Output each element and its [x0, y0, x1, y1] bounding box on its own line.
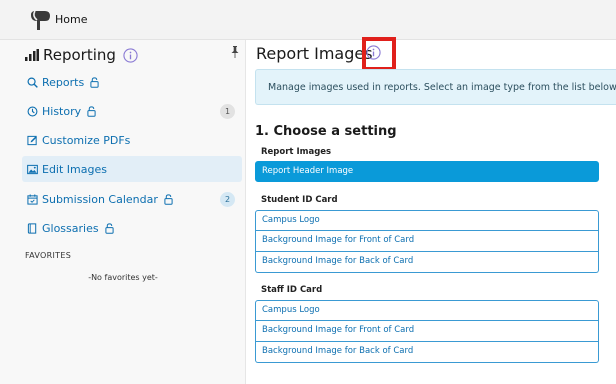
- option-staff-front-background[interactable]: Background Image for Front of Card: [255, 321, 599, 342]
- count-badge: 2: [220, 192, 235, 207]
- sidebar-header: Reporting: [25, 43, 138, 67]
- info-icon[interactable]: [123, 47, 138, 63]
- sidebar-item-history[interactable]: History 1: [22, 98, 242, 124]
- sidebar-item-label: Reports: [42, 75, 85, 89]
- step-title: 1. Choose a setting: [255, 124, 397, 139]
- calendar-icon: [27, 193, 38, 205]
- main-content: Report Images Manage images used in repo…: [247, 37, 616, 384]
- top-bar: Home: [0, 0, 616, 40]
- sidebar-item-customize-pdfs[interactable]: Customize PDFs: [22, 127, 242, 153]
- sidebar-item-submission-calendar[interactable]: Submission Calendar 2: [22, 186, 242, 212]
- sidebar-item-label: History: [42, 104, 82, 118]
- option-student-campus-logo[interactable]: Campus Logo: [255, 210, 599, 231]
- group-title: Student ID Card: [261, 195, 338, 205]
- info-banner: Manage images used in reports. Select an…: [255, 69, 616, 105]
- favorites-heading: FAVORITES: [25, 251, 72, 260]
- sidebar-item-label: Edit Images: [42, 162, 107, 176]
- info-banner-text: Manage images used in reports. Select an…: [268, 82, 616, 93]
- lock-icon: [87, 105, 96, 117]
- home-link[interactable]: Home: [55, 13, 87, 26]
- pin-icon[interactable]: [230, 46, 240, 58]
- lock-icon: [90, 76, 99, 88]
- sidebar-item-label: Customize PDFs: [42, 133, 131, 147]
- search-icon: [27, 77, 38, 88]
- bar-chart-icon: [25, 49, 39, 61]
- option-student-front-background[interactable]: Background Image for Front of Card: [255, 231, 599, 252]
- sidebar-item-glossaries[interactable]: Glossaries: [22, 215, 242, 241]
- page-title: Report Images: [256, 44, 373, 63]
- sidebar-title: Reporting: [43, 46, 116, 64]
- sidebar-item-label: Submission Calendar: [42, 192, 158, 206]
- option-staff-back-background[interactable]: Background Image for Back of Card: [255, 342, 599, 363]
- option-staff-campus-logo[interactable]: Campus Logo: [255, 300, 599, 321]
- sidebar-item-label: Glossaries: [42, 221, 99, 235]
- count-badge: 1: [220, 104, 235, 119]
- lock-icon: [164, 193, 173, 205]
- group-title: Staff ID Card: [261, 285, 323, 295]
- sidebar: Reporting Reports History 1 Customize PD…: [0, 40, 246, 384]
- app-logo-icon[interactable]: [28, 8, 52, 32]
- info-icon[interactable]: [366, 45, 381, 60]
- image-icon: [27, 164, 38, 174]
- favorites-empty-text: -No favorites yet-: [88, 273, 158, 282]
- edit-icon: [27, 135, 37, 145]
- sidebar-item-edit-images[interactable]: Edit Images: [22, 156, 242, 182]
- option-report-header-image[interactable]: Report Header Image: [255, 161, 599, 182]
- book-icon: [27, 222, 37, 234]
- group-title: Report Images: [261, 147, 332, 157]
- sidebar-item-reports[interactable]: Reports: [22, 69, 242, 95]
- option-student-back-background[interactable]: Background Image for Back of Card: [255, 252, 599, 273]
- lock-icon: [104, 222, 114, 234]
- history-icon: [27, 106, 38, 116]
